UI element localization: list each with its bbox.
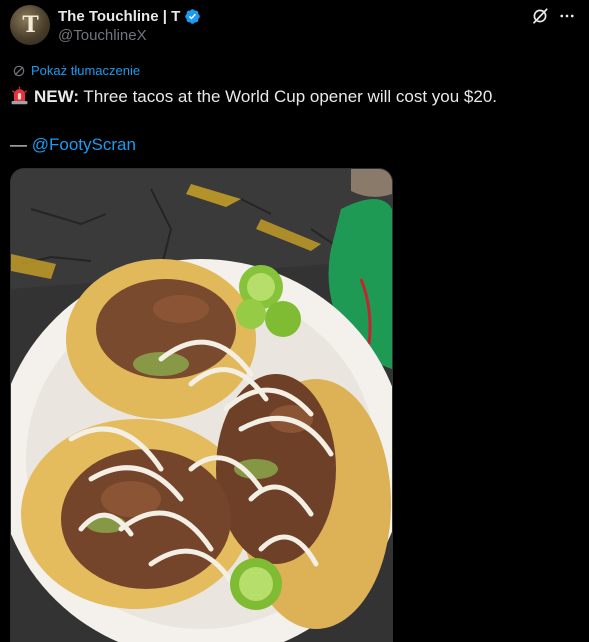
author-handle[interactable]: @TouchlineX <box>58 27 147 44</box>
more-options-icon[interactable] <box>557 7 577 25</box>
avatar-letter: T <box>22 12 38 38</box>
author-name-row: The Touchline | T <box>58 6 201 26</box>
translate-icon <box>13 65 25 76</box>
author-display-name[interactable]: The Touchline | T <box>58 8 180 25</box>
tweet-body: Three tacos at the World Cup opener will… <box>79 87 498 106</box>
tweet-photo[interactable] <box>10 168 393 642</box>
show-translation-link[interactable]: Pokaż tłumaczenie <box>12 63 140 78</box>
tweet-credit: — @FootyScran <box>10 133 136 157</box>
taco-photo-illustration <box>11 169 392 642</box>
siren-emoji-icon <box>11 86 28 105</box>
tweet-text: NEW: Three tacos at the World Cup opener… <box>10 85 580 109</box>
avatar[interactable]: T <box>10 5 50 45</box>
credit-dash: — <box>10 135 32 154</box>
show-translation-label: Pokaż tłumaczenie <box>31 63 141 78</box>
grok-icon[interactable] <box>531 7 549 25</box>
tweet-prefix: NEW: <box>34 87 80 106</box>
verified-badge-icon[interactable] <box>184 8 201 25</box>
mention-link[interactable]: @FootyScran <box>32 135 136 154</box>
